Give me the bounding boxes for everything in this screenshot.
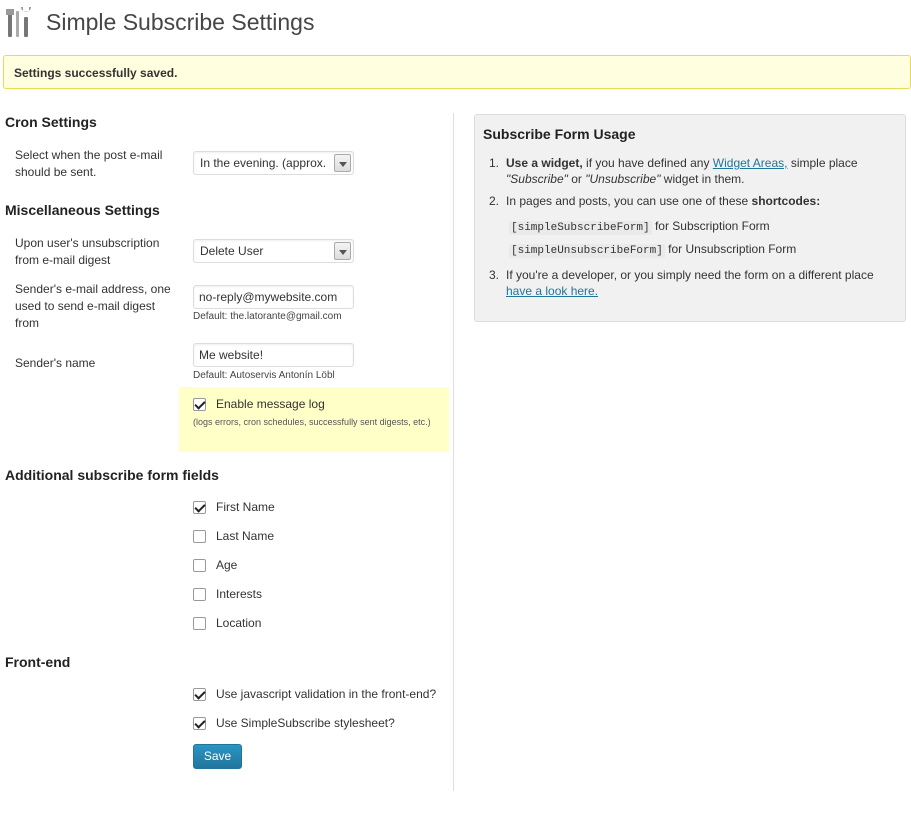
unsubscription-select-value: Delete User [200,244,264,258]
sender-email-default: Default: the.latorante@gmail.com [193,311,342,322]
usage-developer-pre: If you're a developer, or you simply nee… [506,268,874,282]
usage-box: Subscribe Form Usage 1. Use a widget, if… [474,114,906,322]
age-label: Age [216,558,238,572]
sender-name-input[interactable]: Me website! [193,343,354,367]
cron-settings-title: Cron Settings [5,114,97,130]
stylesheet-label: Use SimpleSubscribe stylesheet? [216,716,395,730]
enable-log-description: (logs errors, cron schedules, successful… [193,417,431,427]
subscribe-shortcode-desc: for Subscription Form [651,219,770,233]
stylesheet-option[interactable]: Use SimpleSubscribe stylesheet? [193,714,395,732]
sender-name-default: Default: Autoservis Antonín Löbl [193,370,335,381]
unsubscription-label: Upon user's unsubscription from e-mail d… [15,236,160,267]
shortcode-subscribe-line: [simpleSubscribeForm] for Subscription F… [509,219,770,235]
usage-widget-unsubscribe: "Unsubscribe" [585,172,661,186]
sender-name-value: Me website! [199,348,264,362]
last-name-label: Last Name [216,529,275,543]
sender-name-label: Sender's name [15,356,96,370]
usage-widget-or: or [567,172,586,186]
tools-icon [4,5,38,39]
usage-title: Subscribe Form Usage [483,126,636,142]
front-end-title: Front-end [5,654,71,670]
age-checkbox[interactable] [193,558,206,572]
usage-shortcodes-bold: shortcodes: [751,194,821,208]
cron-time-select-value: In the evening. (approx. [200,156,327,170]
success-notice: Settings successfully saved. [3,55,911,89]
usage-widget-subscribe: "Subscribe" [506,172,568,186]
stylesheet-checkbox[interactable] [193,716,206,730]
usage-widget-pre: if you have defined any [582,156,713,170]
field-option-interests[interactable]: Interests [193,585,262,603]
misc-settings-title: Miscellaneous Settings [5,202,160,218]
first-name-label: First Name [216,500,275,514]
interests-label: Interests [216,587,263,601]
usage-widget-bold: Use a widget, [506,156,583,170]
field-option-last-name[interactable]: Last Name [193,527,274,545]
js-validation-checkbox[interactable] [193,687,206,701]
unsubscribe-shortcode-desc: for Unsubscription Form [664,242,797,256]
have-a-look-link[interactable]: have a look here. [506,284,598,298]
last-name-checkbox[interactable] [193,529,206,543]
page-header: Simple Subscribe Settings [4,4,314,40]
sender-email-input[interactable]: no-reply@mywebsite.com [193,285,354,309]
cron-time-label: Select when the post e-mail should be se… [15,148,163,179]
shortcode-unsubscribe-line: [simpleUnsubscribeForm] for Unsubscripti… [509,242,797,258]
chevron-down-icon [334,242,351,260]
sender-email-value: no-reply@mywebsite.com [199,290,338,304]
sender-email-label: Sender's e-mail address, one used to sen… [15,282,171,330]
usage-widget-mid: simple place [787,156,858,170]
column-divider [453,113,454,791]
first-name-checkbox[interactable] [193,500,206,514]
subscribe-shortcode: [simpleSubscribeForm] [509,221,652,235]
js-validation-option[interactable]: Use javascript validation in the front-e… [193,685,436,703]
enable-log-option[interactable]: Enable message log [193,395,325,413]
notice-text: Settings successfully saved. [14,66,178,80]
location-label: Location [216,616,262,630]
save-button[interactable]: Save [193,744,242,769]
page-title: Simple Subscribe Settings [46,8,315,35]
js-validation-label: Use javascript validation in the front-e… [216,687,437,701]
field-option-age[interactable]: Age [193,556,237,574]
cron-time-select[interactable]: In the evening. (approx. [193,151,354,175]
unsubscribe-shortcode: [simpleUnsubscribeForm] [509,244,665,258]
usage-widget-post: widget in them. [660,172,745,186]
usage-shortcodes-pre: In pages and posts, you can use one of t… [506,194,752,208]
interests-checkbox[interactable] [193,587,206,601]
unsubscription-select[interactable]: Delete User [193,239,354,263]
widget-areas-link[interactable]: Widget Areas, [713,156,788,170]
location-checkbox[interactable] [193,616,206,630]
chevron-down-icon [334,154,351,172]
additional-fields-title: Additional subscribe form fields [5,467,219,483]
field-option-first-name[interactable]: First Name [193,498,275,516]
enable-log-label: Enable message log [216,397,325,411]
field-option-location[interactable]: Location [193,614,261,632]
enable-log-checkbox[interactable] [193,397,206,411]
